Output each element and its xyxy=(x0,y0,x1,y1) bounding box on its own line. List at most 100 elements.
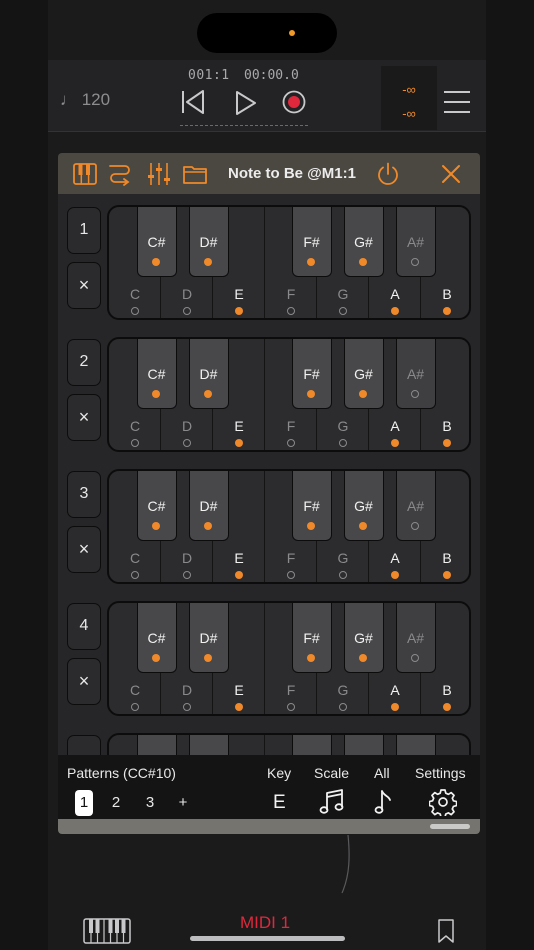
black-key[interactable]: G# xyxy=(344,603,384,673)
key-note-label: E xyxy=(234,550,244,566)
black-key[interactable]: C# xyxy=(137,471,177,541)
scrollbar-thumb[interactable] xyxy=(430,824,470,829)
note-enabled-dot xyxy=(307,390,315,398)
note-disabled-dot xyxy=(339,439,347,447)
power-icon[interactable] xyxy=(375,161,401,187)
black-key[interactable]: D# xyxy=(189,207,229,277)
dynamic-island xyxy=(197,13,337,53)
key-note-label: F xyxy=(286,550,296,566)
key-note-label: F xyxy=(286,682,296,698)
black-key[interactable]: G# xyxy=(344,471,384,541)
key-note-label: F xyxy=(286,286,296,302)
bookmark-icon[interactable] xyxy=(437,918,455,944)
note-enabled-dot xyxy=(443,703,451,711)
note-enabled-dot xyxy=(359,522,367,530)
note-disabled-dot xyxy=(131,571,139,579)
black-key[interactable] xyxy=(189,735,229,755)
horizontal-scrollbar[interactable] xyxy=(58,819,480,834)
black-key[interactable]: D# xyxy=(189,339,229,409)
rewind-icon[interactable] xyxy=(180,88,206,116)
black-key[interactable]: A# xyxy=(396,603,436,673)
black-key[interactable]: C# xyxy=(137,603,177,673)
keyboard-icon[interactable] xyxy=(83,918,131,944)
black-key[interactable]: G# xyxy=(344,339,384,409)
delete-pattern-button[interactable]: × xyxy=(67,262,101,309)
black-key[interactable]: A# xyxy=(396,471,436,541)
black-key[interactable]: D# xyxy=(189,603,229,673)
note-enabled-dot xyxy=(204,390,212,398)
note-enabled-dot xyxy=(307,654,315,662)
delete-pattern-button[interactable]: × xyxy=(67,394,101,441)
gear-icon[interactable] xyxy=(429,788,457,816)
pattern-tab-3[interactable]: 3 xyxy=(141,790,159,816)
note-enabled-dot xyxy=(391,307,399,315)
pattern-tab-1[interactable]: 1 xyxy=(75,790,93,816)
routing-icon[interactable] xyxy=(107,161,133,187)
pattern-tab-2[interactable]: 2 xyxy=(107,790,125,816)
scale-label: Scale xyxy=(314,765,350,781)
note-disabled-dot xyxy=(411,654,419,662)
note-enabled-dot xyxy=(307,258,315,266)
black-key[interactable]: F# xyxy=(292,339,332,409)
key-note-label: D# xyxy=(199,366,218,382)
recording-indicator-icon xyxy=(289,30,295,36)
black-key[interactable]: G# xyxy=(344,207,384,277)
black-key[interactable]: A# xyxy=(396,339,436,409)
track-name[interactable]: MIDI 1 xyxy=(240,913,290,933)
key-note-label: C xyxy=(129,418,141,434)
note-enabled-dot xyxy=(152,258,160,266)
pattern-number-button[interactable]: 4 xyxy=(67,603,101,650)
black-key[interactable]: F# xyxy=(292,603,332,673)
black-key[interactable]: C# xyxy=(137,339,177,409)
pattern-number-button[interactable]: 2 xyxy=(67,339,101,386)
pattern-number-button[interactable]: 3 xyxy=(67,471,101,518)
key-value-button[interactable]: E xyxy=(273,792,286,814)
record-icon[interactable] xyxy=(282,90,306,114)
key-note-label: G xyxy=(337,550,349,566)
black-key[interactable] xyxy=(396,735,436,755)
right-margin xyxy=(486,0,534,950)
pattern-number-button[interactable]: 1 xyxy=(67,207,101,254)
note-disabled-dot xyxy=(411,390,419,398)
key-note-label: D xyxy=(181,418,193,434)
delete-pattern-button[interactable]: × xyxy=(67,526,101,573)
black-key[interactable]: F# xyxy=(292,207,332,277)
piano-icon[interactable] xyxy=(72,161,98,187)
key-note-label: D xyxy=(181,550,193,566)
black-key[interactable] xyxy=(292,735,332,755)
hamburger-menu-icon[interactable] xyxy=(444,90,470,114)
black-key[interactable]: A# xyxy=(396,207,436,277)
black-key[interactable] xyxy=(137,735,177,755)
mixer-sliders-icon[interactable] xyxy=(146,161,172,187)
delete-pattern-button[interactable]: × xyxy=(67,658,101,705)
black-key[interactable]: D# xyxy=(189,471,229,541)
black-key[interactable]: F# xyxy=(292,471,332,541)
note-enabled-dot xyxy=(391,571,399,579)
key-note-label: B xyxy=(442,682,452,698)
note-disabled-dot xyxy=(287,307,295,315)
note-disabled-dot xyxy=(287,703,295,711)
key-note-label: D# xyxy=(199,498,218,514)
single-note-icon[interactable] xyxy=(370,788,398,816)
add-pattern-button[interactable]: + xyxy=(174,790,192,816)
folder-icon[interactable] xyxy=(182,161,208,187)
black-key[interactable] xyxy=(344,735,384,755)
key-note-label: A xyxy=(390,286,400,302)
note-disabled-dot xyxy=(339,703,347,711)
note-enabled-dot xyxy=(204,654,212,662)
key-note-label: C xyxy=(129,550,141,566)
black-key[interactable]: C# xyxy=(137,207,177,277)
patterns-list[interactable]: 1 × C D E F G A B C# D# F# G# A# 2 × C D E F G A B C# D# F# G# A# 3 ×… xyxy=(58,194,480,755)
note-enabled-dot xyxy=(152,654,160,662)
close-icon[interactable] xyxy=(440,163,462,185)
output-meter[interactable]: -∞ -∞ xyxy=(381,66,437,130)
pattern-number-button[interactable] xyxy=(67,735,101,755)
key-note-label: D xyxy=(181,286,193,302)
note-disabled-dot xyxy=(287,571,295,579)
note-enabled-dot xyxy=(359,390,367,398)
home-indicator xyxy=(190,936,345,941)
note-disabled-dot xyxy=(339,307,347,315)
play-icon[interactable] xyxy=(234,89,258,117)
tempo-display[interactable]: ♩ 120 xyxy=(60,90,110,110)
scale-notes-icon[interactable] xyxy=(318,788,346,816)
